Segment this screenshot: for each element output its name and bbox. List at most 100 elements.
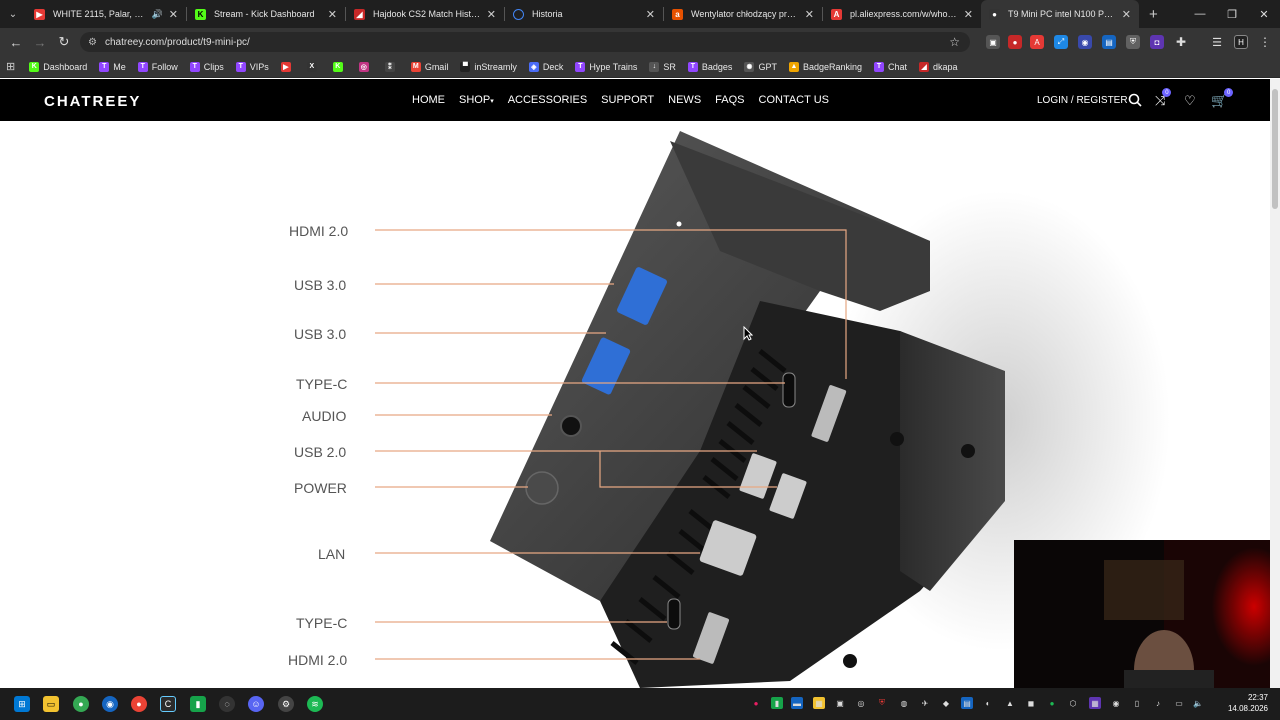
chrome-icon[interactable]: ● xyxy=(73,696,89,712)
network-icon[interactable]: ▭ xyxy=(1173,697,1185,709)
microphone-icon[interactable]: ♪ xyxy=(1152,697,1164,709)
tray-icon[interactable]: ● xyxy=(1046,697,1058,709)
forward-icon[interactable]: → xyxy=(28,28,52,56)
tray-icon[interactable]: ◉ xyxy=(1110,697,1122,709)
bookmark-item[interactable]: ◎ xyxy=(358,61,373,72)
adblock-icon[interactable]: A xyxy=(1030,35,1044,49)
audio-icon[interactable]: 🔊 xyxy=(152,9,163,20)
tab-chatreey[interactable]: ● T9 Mini PC intel N100 Pocket S ✕ xyxy=(981,0,1139,28)
close-window-icon[interactable]: ✕ xyxy=(1248,0,1280,28)
tray-icon[interactable]: ▦ xyxy=(1089,697,1101,709)
extension-icon[interactable]: ▤ xyxy=(1102,35,1116,49)
app-icon[interactable]: ◉ xyxy=(102,696,118,712)
taskbar-clock[interactable]: 22:37 14.08.2026 xyxy=(1228,692,1268,714)
bookmark-item[interactable]: ▶ xyxy=(280,61,295,72)
bookmark-item[interactable]: ◢ dkapa xyxy=(919,61,958,72)
bookmark-item[interactable]: T Me xyxy=(99,61,126,72)
bookmark-item[interactable]: K Dashboard xyxy=(29,61,87,72)
shield-icon[interactable]: ⛨ xyxy=(1126,35,1140,49)
file-explorer-icon[interactable]: ▭ xyxy=(43,696,59,712)
address-bar[interactable]: ⚙ chatreey.com/product/t9-mini-pc/ ☆ xyxy=(80,32,970,52)
cart-icon[interactable]: 🛒 0 xyxy=(1211,88,1234,109)
bookmark-item[interactable]: ⁑ xyxy=(384,61,399,72)
close-tab-icon[interactable]: ✕ xyxy=(487,8,496,21)
steam-icon[interactable]: ◍ xyxy=(898,697,910,709)
close-tab-icon[interactable]: ✕ xyxy=(964,8,973,21)
bookmark-item[interactable]: T Chat xyxy=(874,61,907,72)
tab-allegro[interactable]: a Wentylator chłodzący procesor ✕ xyxy=(664,0,822,28)
app-icon[interactable]: ▮ xyxy=(190,696,206,712)
bookmark-item[interactable]: K xyxy=(332,61,347,72)
extensions-puzzle-icon[interactable]: ✚ xyxy=(1174,35,1188,49)
reload-icon[interactable]: ↻ xyxy=(52,28,76,56)
apps-grid-icon[interactable]: ⊞ xyxy=(6,60,15,73)
volume-icon[interactable]: 🔈 xyxy=(1192,697,1204,709)
profile-avatar[interactable]: H xyxy=(1234,35,1248,49)
close-tab-icon[interactable]: ✕ xyxy=(646,8,655,21)
bookmark-item[interactable]: ↓ SR xyxy=(649,61,676,72)
login-register-link[interactable]: LOGIN / REGISTER xyxy=(1037,95,1128,106)
menu-contact[interactable]: CONTACT US xyxy=(759,94,830,106)
bookmark-item[interactable]: T Follow xyxy=(137,61,178,72)
tray-icon[interactable]: ▦ xyxy=(813,697,825,709)
bookmark-item[interactable]: T Badges xyxy=(687,61,732,72)
tray-icon[interactable]: ⛨ xyxy=(876,697,888,709)
site-info-icon[interactable]: ⚙ xyxy=(88,37,97,48)
tab-search-icon[interactable]: ⌄ xyxy=(0,0,26,28)
bookmark-item[interactable]: ▲ BadgeRanking xyxy=(788,61,862,72)
menu-shop[interactable]: SHOP▾ xyxy=(459,94,494,106)
tray-icon[interactable]: ◆ xyxy=(940,697,952,709)
wishlist-heart-icon[interactable]: ♡ xyxy=(1184,93,1196,109)
app-icon[interactable]: ◌ xyxy=(219,696,235,712)
reading-list-icon[interactable]: ☰ xyxy=(1210,35,1224,49)
bookmark-item[interactable]: T Clips xyxy=(189,61,224,72)
extension-icon[interactable]: ▣ xyxy=(986,35,1000,49)
extension-icon[interactable]: ⤢ xyxy=(1054,35,1068,49)
bookmark-item[interactable]: ▀ inStreamly xyxy=(460,61,517,72)
tray-icon[interactable]: ▬ xyxy=(791,697,803,709)
tray-icon[interactable]: ● xyxy=(750,697,762,709)
scrollbar-thumb[interactable] xyxy=(1272,89,1278,209)
chrome-icon[interactable]: ● xyxy=(131,696,147,712)
new-tab-icon[interactable]: + xyxy=(1149,6,1158,23)
site-logo[interactable]: CHATREEY xyxy=(44,93,141,110)
menu-kebab-icon[interactable]: ⋮ xyxy=(1258,35,1272,49)
back-icon[interactable]: ← xyxy=(4,28,28,56)
restore-icon[interactable]: ❐ xyxy=(1216,0,1248,28)
extension-icon[interactable]: ◉ xyxy=(1078,35,1092,49)
tray-icon[interactable]: ▣ xyxy=(834,697,846,709)
tray-icon[interactable]: ▮ xyxy=(771,697,783,709)
bookmark-item[interactable]: T VIPs xyxy=(235,61,269,72)
tray-icon[interactable]: ◎ xyxy=(855,697,867,709)
tray-icon[interactable]: ◼ xyxy=(1025,697,1037,709)
page-scrollbar[interactable] xyxy=(1270,79,1280,688)
tray-icon[interactable]: ▤ xyxy=(961,697,973,709)
tab-youtube[interactable]: ▶ WHITE 2115, Palar, Kizo - R 🔊 ✕ xyxy=(26,0,186,28)
bookmark-item[interactable]: T Hype Trains xyxy=(575,61,637,72)
tray-icon[interactable]: ✈ xyxy=(919,697,931,709)
app-icon[interactable]: ⚙ xyxy=(278,696,294,712)
close-tab-icon[interactable]: ✕ xyxy=(169,8,178,21)
tab-history[interactable]: Historia ✕ xyxy=(505,0,663,28)
spotify-icon[interactable]: ≋ xyxy=(307,696,323,712)
close-tab-icon[interactable]: ✕ xyxy=(805,8,814,21)
bookmark-item[interactable]: ✺ GPT xyxy=(744,61,777,72)
close-tab-icon[interactable]: ✕ xyxy=(1122,8,1131,21)
minimize-icon[interactable]: — xyxy=(1184,0,1216,28)
menu-accessories[interactable]: ACCESSORIES xyxy=(508,94,587,106)
tray-icon[interactable]: ▲ xyxy=(1004,697,1016,709)
tab-aliexpress[interactable]: A pl.aliexpress.com/w/wholesale- ✕ xyxy=(823,0,981,28)
extension-icon[interactable]: ● xyxy=(1008,35,1022,49)
menu-support[interactable]: SUPPORT xyxy=(601,94,654,106)
menu-faqs[interactable]: FAQS xyxy=(715,94,744,106)
discord-icon[interactable]: ☺ xyxy=(248,696,264,712)
tray-icon[interactable]: ◐ xyxy=(982,697,994,709)
menu-home[interactable]: HOME xyxy=(412,94,445,106)
bookmark-star-icon[interactable]: ☆ xyxy=(949,35,960,49)
close-tab-icon[interactable]: ✕ xyxy=(328,8,337,21)
app-icon[interactable]: C xyxy=(160,696,176,712)
battery-icon[interactable]: ▯ xyxy=(1131,697,1143,709)
tab-kick[interactable]: K Stream - Kick Dashboard ✕ xyxy=(187,0,345,28)
tab-faceit[interactable]: ◢ Hajdook CS2 Match History - F ✕ xyxy=(346,0,504,28)
bookmark-item[interactable]: M Gmail xyxy=(410,61,448,72)
